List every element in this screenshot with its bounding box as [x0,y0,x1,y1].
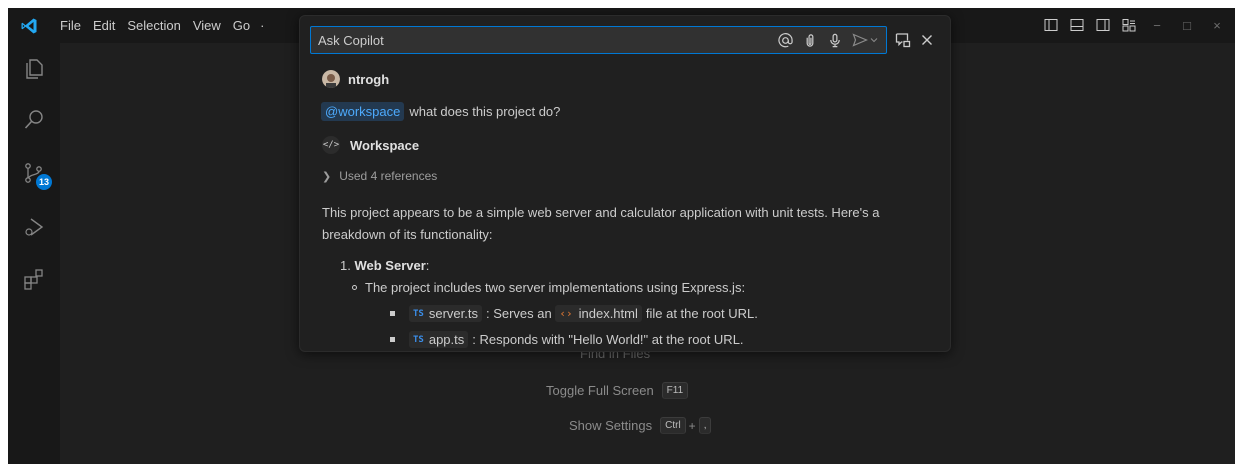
watermark-toggle-fullscreen: Toggle Full Screen F11 [546,382,689,399]
chat-input-box [310,26,887,54]
toggle-primary-sidebar-icon[interactable] [1043,17,1059,33]
menu-view[interactable]: View [187,17,227,35]
vscode-window: File Edit Selection View Go · − □ × 13 F… [8,8,1235,464]
answer-intro: This project appears to be a simple web … [322,205,880,242]
open-in-chat-view-icon[interactable] [895,32,911,48]
user-question: @workspace what does this project do? [321,102,561,121]
references-label: Used 4 references [339,169,438,183]
toggle-panel-icon[interactable] [1069,17,1085,33]
sub-item-text: The project includes two server implemen… [365,280,746,295]
file-desc-after: : Responds with "Hello World!" at the ro… [472,332,744,347]
layout-controls: − □ × [1043,16,1227,34]
menu-edit[interactable]: Edit [87,17,121,35]
microphone-icon[interactable] [827,32,843,48]
activity-bar: 13 [8,43,60,464]
mention-icon[interactable] [777,32,793,48]
typescript-icon: TS [413,334,424,345]
menu-file[interactable]: File [54,17,87,35]
question-text: what does this project do? [409,104,561,119]
key-plus: + [688,418,696,433]
chat-header-actions [895,32,935,48]
list-item-colon: : [425,258,430,273]
key-comma: , [698,417,712,434]
source-control-badge: 13 [36,174,52,190]
minimize-button[interactable]: − [1147,16,1167,34]
workspace-mention: @workspace [321,102,405,121]
run-debug-icon[interactable] [20,213,48,241]
index-html-file-link[interactable]: ‹› index.html [555,305,642,322]
source-control-icon[interactable]: 13 [20,159,52,190]
file-list-item: TS app.ts : Responds with "Hello World!"… [390,331,744,348]
send-icon [852,33,868,47]
send-button[interactable] [852,33,878,47]
code-icon: </> [322,136,340,154]
search-icon[interactable] [20,106,48,134]
close-icon[interactable] [919,32,935,48]
key-ctrl: Ctrl [660,417,686,434]
file-list-item: TS server.ts : Serves an ‹› index.html f… [390,305,758,322]
customize-layout-icon[interactable] [1121,17,1137,33]
menu-go[interactable]: Go [227,17,256,35]
watermark-show-settings: Show Settings Ctrl + , [569,417,712,434]
file-name: index.html [578,306,638,321]
chat-input-actions [777,32,886,48]
agent-name: Workspace [350,137,420,153]
extensions-icon[interactable] [20,265,48,293]
menu-bar: File Edit Selection View Go · [54,17,268,35]
chat-input[interactable] [311,32,777,48]
explorer-icon[interactable] [20,55,48,83]
list-item-number: 1. [340,258,351,273]
vscode-logo-icon [21,18,37,34]
close-window-button[interactable]: × [1207,16,1227,34]
username: ntrogh [348,71,390,87]
bullet-circle [352,285,357,290]
server-ts-file-link[interactable]: TS server.ts [409,305,482,322]
toggle-secondary-sidebar-icon[interactable] [1095,17,1111,33]
menu-overflow[interactable]: · [256,17,268,35]
maximize-button[interactable]: □ [1177,16,1197,34]
list-item: 1. Web Server: [340,258,429,273]
bullet-square [390,311,395,316]
app-ts-file-link[interactable]: TS app.ts [409,331,469,348]
list-item-title: Web Server [354,258,426,273]
file-desc-after: file at the root URL. [645,306,758,321]
typescript-icon: TS [413,308,424,319]
sub-list-item: The project includes two server implemen… [352,280,745,295]
menu-selection[interactable]: Selection [121,17,186,35]
answer-list: 1. Web Server: [340,258,429,273]
file-desc-before: : Serves an [485,306,552,321]
agent-response-header: </> Workspace [322,136,419,154]
file-name: app.ts [428,332,465,347]
used-references-toggle[interactable]: ❯ Used 4 references [322,169,437,183]
key-f11: F11 [661,382,689,399]
user-message-header: ntrogh [322,70,389,88]
chevron-down-icon [870,38,878,43]
avatar [322,70,340,88]
toggle-fullscreen-label: Toggle Full Screen [546,383,654,398]
quick-chat-panel: ntrogh @workspace what does this project… [299,15,951,352]
bullet-square [390,337,395,342]
file-name: server.ts [428,306,478,321]
show-settings-label: Show Settings [569,418,653,433]
html-icon: ‹› [559,307,573,320]
chevron-right-icon: ❯ [322,170,332,183]
attach-icon[interactable] [802,32,818,48]
